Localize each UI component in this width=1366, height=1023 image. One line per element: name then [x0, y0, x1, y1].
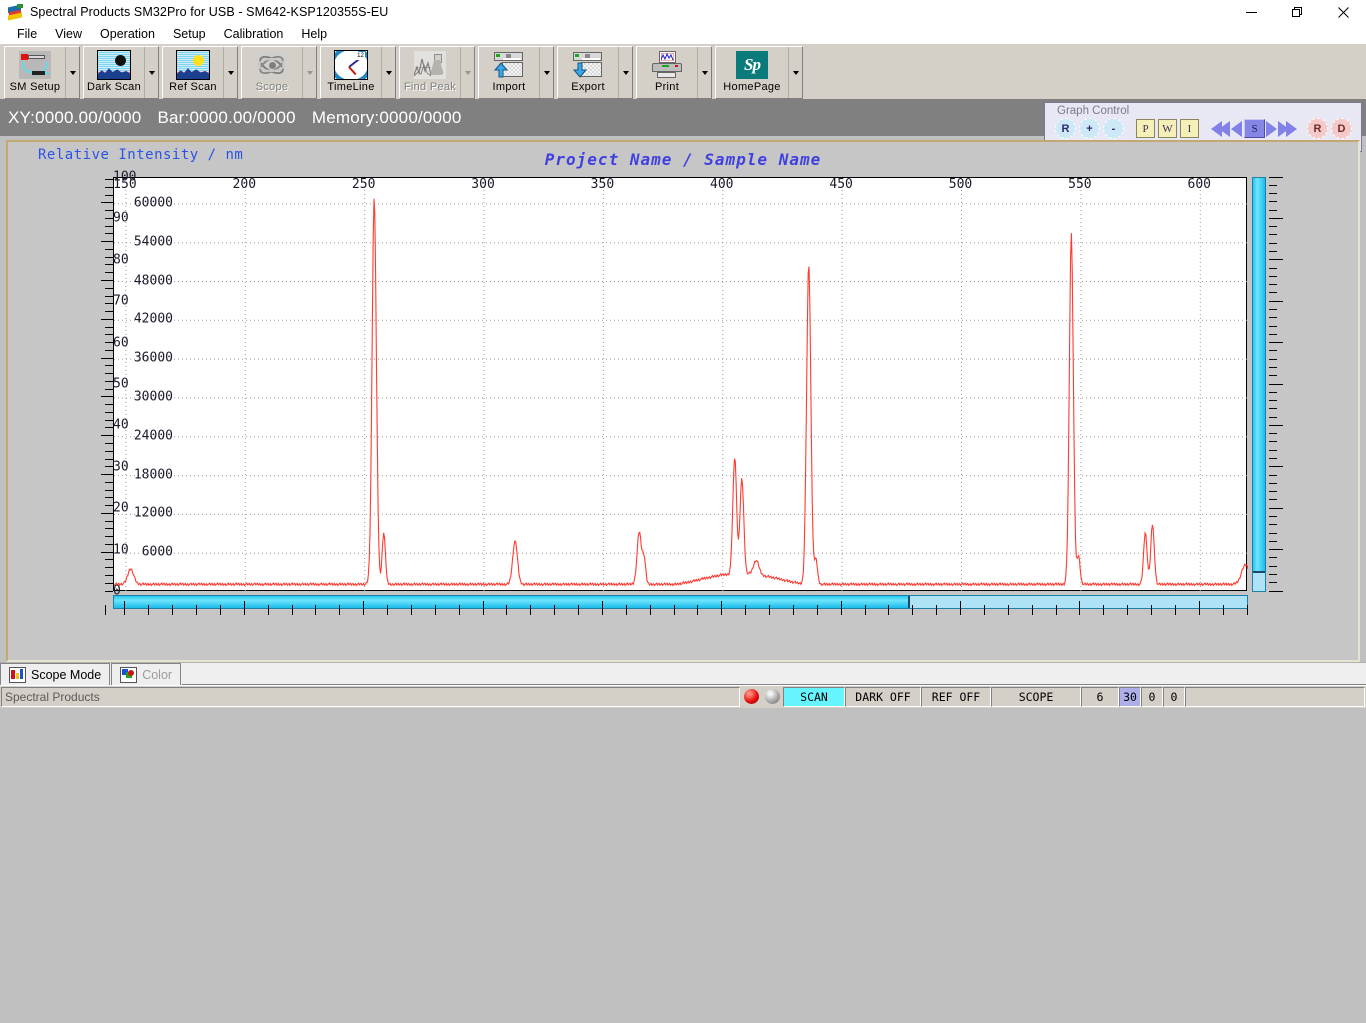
- graph-peak-button[interactable]: P: [1136, 119, 1155, 138]
- sm-setup-label: SM Setup: [9, 81, 61, 93]
- homepage-button[interactable]: Sp HomePage: [716, 47, 788, 98]
- spectrum-line: [114, 178, 1248, 592]
- flask-peak-icon: [413, 50, 447, 80]
- ref-scan-label: Ref Scan: [169, 81, 217, 93]
- graph-zoom-in-button[interactable]: +: [1079, 118, 1100, 139]
- menu-operation[interactable]: Operation: [91, 26, 164, 42]
- graph-record-button[interactable]: R: [1307, 118, 1328, 139]
- title-bar: Spectral Products SM32Pro for USB - SM64…: [0, 0, 1366, 24]
- vertical-scrollbar-thumb[interactable]: [1253, 178, 1265, 574]
- bar-readout: Bar:0000.00/0000: [157, 108, 296, 127]
- color-icon: [120, 666, 138, 683]
- homepage-dropdown[interactable]: [788, 47, 802, 98]
- scope-label: Scope: [255, 81, 289, 93]
- graph-control-title: Graph Control: [1057, 105, 1130, 117]
- minimize-icon[interactable]: [1228, 0, 1274, 24]
- homepage-label: HomePage: [723, 81, 781, 93]
- menu-bar: File View Operation Setup Calibration He…: [0, 24, 1366, 44]
- toolbar-group-dark-scan: Dark Scan: [83, 46, 159, 99]
- toolbar-group-import: Import: [478, 46, 554, 99]
- memory-readout: Memory:0000/0000: [311, 108, 462, 127]
- tab-scope-mode-label: Scope Mode: [31, 667, 102, 682]
- ref-scan-dropdown[interactable]: [223, 47, 237, 98]
- dark-scan-button[interactable]: Dark Scan: [84, 47, 144, 98]
- toolbar-group-timeline: 12 TimeLine: [320, 46, 396, 99]
- app-logo-icon: [7, 3, 25, 21]
- toolbar-group-sm-setup: SM Setup: [4, 46, 80, 99]
- nav-last-icon[interactable]: [1278, 120, 1297, 137]
- close-icon[interactable]: [1320, 0, 1366, 24]
- graph-info-button[interactable]: I: [1180, 119, 1199, 138]
- menu-setup[interactable]: Setup: [164, 26, 215, 42]
- chart-panel: Relative Intensity / nm Project Name / S…: [6, 140, 1360, 662]
- find-peak-button[interactable]: Find Peak: [400, 47, 460, 98]
- menu-view[interactable]: View: [46, 26, 91, 42]
- toolbar-group-export: Export: [557, 46, 633, 99]
- ref-scan-button[interactable]: Ref Scan: [163, 47, 223, 98]
- export-icon: [571, 50, 605, 80]
- atom-icon: [255, 50, 289, 80]
- graph-delete-button[interactable]: D: [1331, 118, 1352, 139]
- toolbar-group-homepage: Sp HomePage: [715, 46, 803, 99]
- vertical-scrollbar[interactable]: [1252, 177, 1266, 592]
- find-peak-label: Find Peak: [403, 81, 457, 93]
- graph-zoom-out-button[interactable]: -: [1103, 118, 1124, 139]
- dark-scan-dropdown[interactable]: [144, 47, 158, 98]
- toolbar-group-ref-scan: Ref Scan: [162, 46, 238, 99]
- y-axis-right-labels: 0 10 20 30 40 50 60 70 80 90 100: [113, 169, 137, 599]
- horizontal-scrollbar-thumb[interactable]: [114, 596, 910, 608]
- clock-icon: 12: [334, 50, 368, 80]
- dark-scan-icon: [97, 50, 131, 80]
- info-bar: XY:0000.00/0000 Bar:0000.00/0000 Memory:…: [0, 100, 1366, 152]
- print-label: Print: [654, 81, 680, 93]
- timeline-dropdown[interactable]: [381, 47, 395, 98]
- nav-next-icon[interactable]: [1266, 120, 1277, 137]
- import-label: Import: [492, 81, 526, 93]
- printer-icon: [650, 50, 684, 80]
- find-peak-dropdown[interactable]: [460, 47, 474, 98]
- nav-prev-icon[interactable]: [1231, 120, 1242, 137]
- toolbar-group-scope: Scope: [241, 46, 317, 99]
- xy-readout: XY:0000.00/0000: [8, 108, 142, 127]
- graph-width-button[interactable]: W: [1158, 119, 1177, 138]
- export-label: Export: [571, 81, 605, 93]
- nav-first-icon[interactable]: [1211, 120, 1230, 137]
- scope-dropdown[interactable]: [302, 47, 316, 98]
- import-icon: [492, 50, 526, 80]
- ref-scan-icon: [176, 50, 210, 80]
- export-button[interactable]: Export: [558, 47, 618, 98]
- spectrum-plot[interactable]: [113, 177, 1248, 592]
- sp-logo-icon: Sp: [735, 50, 769, 80]
- print-dropdown[interactable]: [697, 47, 711, 98]
- window-title: Spectral Products SM32Pro for USB - SM64…: [30, 5, 389, 19]
- tab-scope-mode[interactable]: Scope Mode: [0, 663, 111, 685]
- menu-file[interactable]: File: [8, 26, 46, 42]
- print-button[interactable]: Print: [637, 47, 697, 98]
- toolbar: SM Setup Dark Scan Ref Scan Scope 12 Tim…: [0, 44, 1366, 100]
- usb-cable-icon: [18, 50, 52, 80]
- window-buttons: [1228, 0, 1366, 24]
- timeline-label: TimeLine: [327, 81, 375, 93]
- import-button[interactable]: Import: [479, 47, 539, 98]
- menu-calibration[interactable]: Calibration: [215, 26, 293, 42]
- toolbar-group-find-peak: Find Peak: [399, 46, 475, 99]
- import-dropdown[interactable]: [539, 47, 553, 98]
- toolbar-group-print: Print: [636, 46, 712, 99]
- export-dropdown[interactable]: [618, 47, 632, 98]
- timeline-button[interactable]: 12 TimeLine: [321, 47, 381, 98]
- sm-setup-dropdown[interactable]: [65, 47, 79, 98]
- x-axis-labels: 150 200 250 300 350 400 450 500 550 600: [113, 177, 1211, 192]
- dark-scan-label: Dark Scan: [86, 81, 142, 93]
- scope-button[interactable]: Scope: [242, 47, 302, 98]
- chart-title: Project Name / Sample Name: [544, 150, 822, 169]
- scope-mode-icon: [9, 666, 26, 683]
- maximize-icon[interactable]: [1274, 0, 1320, 24]
- sm-setup-button[interactable]: SM Setup: [5, 47, 65, 98]
- graph-reset-button[interactable]: R: [1055, 118, 1076, 139]
- nav-stop-button[interactable]: S: [1244, 119, 1265, 138]
- menu-help[interactable]: Help: [292, 26, 336, 42]
- horizontal-scrollbar[interactable]: [113, 595, 1248, 609]
- plot-wrapper: 6000 12000 18000 24000 30000 36000 42000 48000 5…: [101, 169, 1283, 1023]
